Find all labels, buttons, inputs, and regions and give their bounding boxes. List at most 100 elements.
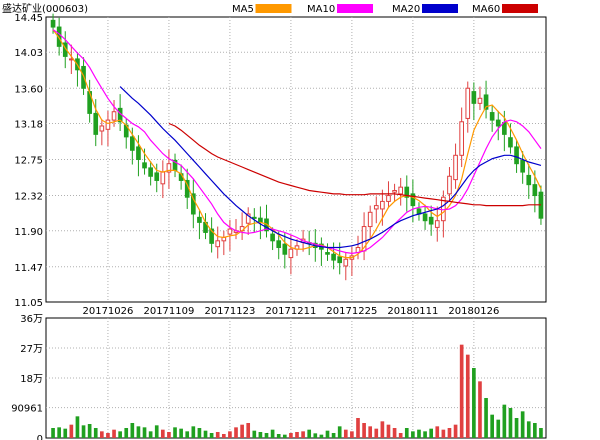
- legend-swatch-ma5: [255, 4, 292, 13]
- candle: [355, 235, 361, 260]
- volume-bar: [87, 424, 92, 438]
- date-tick-label: 20171225: [326, 306, 377, 317]
- volume-bar: [533, 423, 537, 438]
- volume-bar: [221, 434, 226, 438]
- volume-bar: [411, 431, 415, 438]
- volume-bar: [228, 431, 232, 438]
- candle: [215, 226, 221, 259]
- legend-label-ma10: MA10: [307, 4, 335, 15]
- candle: [398, 177, 404, 206]
- candle: [172, 153, 178, 178]
- volume-bar: [191, 426, 196, 438]
- volume-bar: [215, 432, 220, 438]
- legend-label-ma60: MA60: [472, 4, 500, 15]
- legend: MA5 MA10 MA20 MA60: [232, 4, 538, 15]
- volume-bar: [386, 424, 391, 438]
- volume-bars: [51, 344, 543, 438]
- candle: [386, 181, 391, 209]
- volume-bar: [441, 429, 446, 438]
- candle: [203, 213, 208, 240]
- legend-swatch-ma20: [422, 4, 458, 13]
- volume-bar: [51, 428, 55, 438]
- volume-bar: [295, 432, 299, 438]
- volume-bar: [508, 408, 513, 438]
- volume-bar: [130, 423, 135, 438]
- candle: [221, 230, 227, 256]
- volume-bar: [173, 427, 177, 438]
- candle: [526, 163, 532, 199]
- volume-bar: [276, 434, 281, 438]
- volume-tick-label: 36万: [20, 314, 43, 325]
- candle: [373, 196, 379, 224]
- volume-bar: [337, 426, 342, 438]
- volume-bar: [154, 425, 159, 438]
- volume-bar: [185, 431, 190, 438]
- candle: [166, 149, 172, 189]
- volume-bar: [136, 426, 141, 438]
- volume-bar: [124, 428, 129, 438]
- volume-bar: [380, 421, 385, 438]
- legend-label-ma5: MA5: [232, 4, 254, 15]
- candle: [209, 217, 214, 253]
- volume-bar: [93, 428, 98, 438]
- price-tick-label: 13.60: [14, 84, 43, 95]
- candle: [239, 212, 245, 240]
- volume-bar: [100, 431, 104, 438]
- volume-bar: [520, 411, 525, 438]
- volume-bar: [453, 424, 458, 438]
- price-panel: 14.45 14.03 13.60 13.18 12.75 12.32 11.90 11.47…: [14, 13, 547, 309]
- volume-bar: [398, 433, 403, 438]
- candle: [282, 232, 288, 269]
- date-tick-label: 20180111: [387, 306, 438, 317]
- candle: [123, 118, 129, 149]
- candle: [288, 234, 294, 275]
- volume-bar: [514, 418, 519, 438]
- volume-bar: [252, 430, 257, 438]
- volume-bar: [325, 430, 330, 438]
- volume-bar: [447, 428, 452, 438]
- candle: [434, 206, 440, 242]
- volume-bar: [423, 431, 427, 438]
- candle: [197, 210, 202, 240]
- date-tick-label: 20171123: [204, 306, 255, 317]
- candle: [367, 205, 373, 239]
- volume-bar: [179, 428, 183, 438]
- volume-bar: [417, 429, 421, 438]
- price-tick-label: 12.32: [14, 192, 43, 203]
- price-tick-label: 11.05: [14, 298, 43, 309]
- volume-bar: [57, 427, 61, 438]
- volume-bar: [331, 433, 336, 438]
- candle: [361, 212, 367, 261]
- candle: [392, 183, 397, 202]
- candle: [75, 52, 80, 87]
- volume-bar: [356, 418, 360, 438]
- legend-swatch-ma60: [502, 4, 538, 13]
- candle: [483, 80, 489, 119]
- volume-bar: [484, 398, 488, 438]
- volume-bar: [374, 428, 379, 438]
- volume-bar: [465, 354, 470, 438]
- volume-bar: [264, 433, 269, 438]
- volume-bar: [343, 429, 348, 438]
- volume-bar: [209, 433, 214, 438]
- price-tick-label: 11.90: [14, 227, 43, 238]
- volume-bar: [526, 421, 531, 438]
- volume-y-axis: 36万 27万 18万 90961 0: [11, 314, 43, 440]
- candle: [190, 179, 196, 229]
- price-tick-label: 14.03: [14, 48, 43, 59]
- candle: [69, 44, 74, 74]
- volume-bar: [197, 428, 202, 438]
- volume-bar: [112, 429, 116, 438]
- volume-bar: [63, 428, 68, 438]
- volume-bar: [258, 432, 263, 438]
- volume-tick-label: 0: [37, 434, 43, 440]
- volume-bar: [459, 344, 464, 438]
- stock-chart: 盛达矿业(000603) MA5 MA10 MA20 MA60 14.4514.031…: [2, 2, 547, 440]
- candle: [453, 143, 458, 189]
- volume-bar: [496, 419, 501, 438]
- candle: [477, 86, 483, 111]
- volume-tick-label: 27万: [20, 344, 43, 355]
- date-tick-label: 20171109: [143, 306, 194, 317]
- volume-bar: [539, 428, 543, 438]
- candle: [465, 81, 471, 133]
